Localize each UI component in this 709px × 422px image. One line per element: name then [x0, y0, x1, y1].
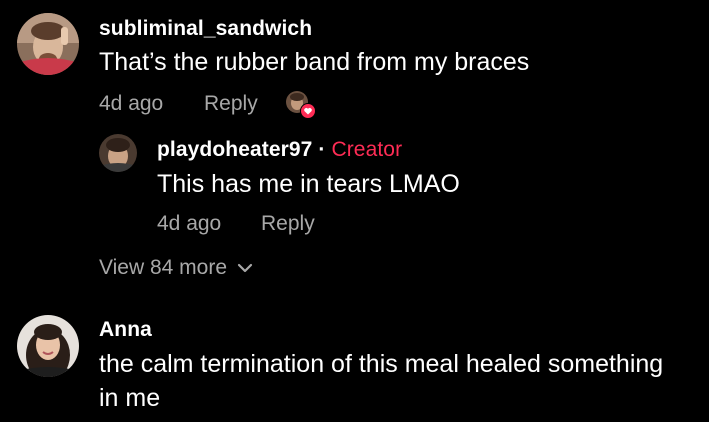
chevron-down-icon: [237, 263, 253, 273]
avatar-playdoheater97[interactable]: [99, 134, 137, 172]
reply-button[interactable]: Reply: [204, 92, 258, 116]
comment-timestamp: 4d ago: [99, 92, 164, 115]
comment-thread: subliminal_sandwich That’s the rubber ba…: [0, 0, 709, 422]
avatar-subliminal-sandwich[interactable]: [17, 13, 79, 75]
heart-icon: [300, 103, 316, 119]
comment-text-line2: in me: [99, 384, 161, 412]
reply-reply-button[interactable]: Reply: [261, 212, 315, 236]
comment-text: That’s the rubber band from my braces: [99, 48, 530, 76]
separator-dot: ·: [318, 138, 326, 161]
comment-username[interactable]: subliminal_sandwich: [99, 17, 312, 41]
view-more-label: View 84 more: [99, 256, 228, 279]
avatar-image: [17, 13, 79, 75]
reply-username-link[interactable]: playdoheater97: [157, 138, 312, 161]
reply-username: playdoheater97 · Creator: [157, 138, 402, 162]
comment-username[interactable]: Anna: [99, 318, 152, 342]
avatar-anna[interactable]: [17, 315, 79, 377]
reply-text: This has me in tears LMAO: [157, 170, 460, 198]
reply-timestamp: 4d ago: [157, 212, 222, 235]
avatar-image: [99, 134, 137, 172]
avatar-image: [17, 315, 79, 377]
view-more-replies-button[interactable]: View 84 more: [99, 256, 253, 280]
comment-text-line1: the calm termination of this meal healed…: [99, 350, 664, 378]
creator-badge: Creator: [331, 138, 403, 161]
